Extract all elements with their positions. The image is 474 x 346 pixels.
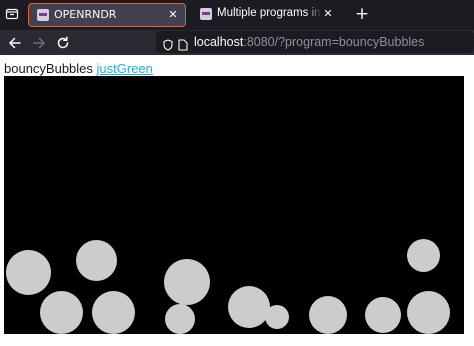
bubble: [165, 304, 195, 334]
back-arrow-icon[interactable]: [6, 34, 24, 52]
bubble: [265, 305, 289, 329]
url-text[interactable]: localhost:8080/?program=bouncyBubbles: [194, 35, 424, 49]
navigation-bar: localhost:8080/?program=bouncyBubbles: [0, 30, 474, 55]
shield-icon[interactable]: [162, 36, 174, 51]
program-canvas[interactable]: [4, 76, 464, 334]
tab-title: Multiple programs in one: [217, 7, 322, 19]
bubble: [309, 296, 347, 334]
list-all-tabs-icon[interactable]: [4, 6, 20, 22]
bubble: [6, 250, 51, 295]
bubble: [92, 291, 135, 334]
close-tab-icon[interactable]: ✕: [322, 7, 334, 21]
bubble: [365, 297, 401, 333]
bubble: [407, 239, 440, 272]
page-info-icon[interactable]: [178, 36, 188, 51]
url-bar[interactable]: localhost:8080/?program=bouncyBubbles: [156, 31, 474, 53]
page-content: bouncyBubbles justGreen: [0, 55, 474, 346]
program-header: bouncyBubbles justGreen: [4, 61, 153, 76]
tab-title: OPENRNDR: [54, 8, 117, 21]
just-green-link[interactable]: justGreen: [97, 61, 153, 76]
openrndr-favicon-icon: [37, 9, 49, 21]
bubble: [40, 291, 83, 334]
url-path: :8080/?program=bouncyBubbles: [243, 35, 425, 49]
tab-openrndr[interactable]: OPENRNDR ✕: [28, 3, 186, 27]
program-name: bouncyBubbles: [4, 61, 93, 76]
tab-multiple-programs[interactable]: Multiple programs in one ✕: [192, 3, 340, 27]
bubble: [164, 259, 210, 305]
forward-arrow-icon[interactable]: [30, 34, 48, 52]
reload-icon[interactable]: [54, 34, 72, 52]
close-tab-icon[interactable]: ✕: [167, 8, 179, 22]
tab-bar: OPENRNDR ✕ Multiple programs in one ✕ +: [0, 0, 474, 30]
new-tab-icon[interactable]: +: [354, 6, 370, 23]
bubble: [228, 286, 270, 328]
openrndr-favicon-icon: [200, 8, 212, 20]
url-host: localhost: [194, 35, 244, 49]
bubble: [76, 240, 117, 281]
bubble: [407, 291, 450, 334]
